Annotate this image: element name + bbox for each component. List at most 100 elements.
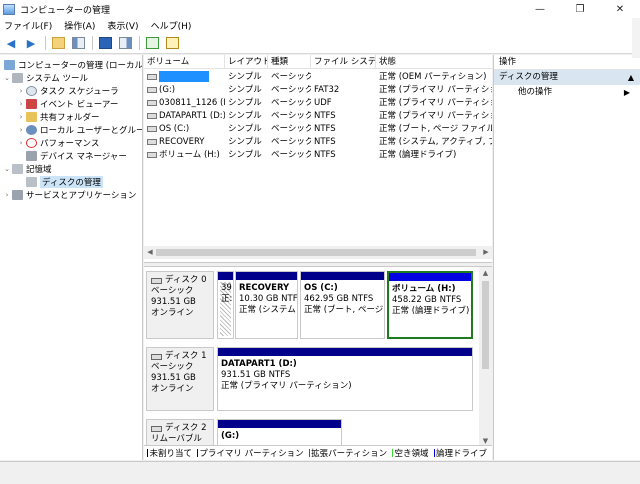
volume-cell-text: OS (C:): [159, 124, 190, 134]
column-header-status[interactable]: 状態: [376, 55, 492, 69]
help-button[interactable]: [97, 35, 113, 51]
toolbar-separator: [139, 36, 140, 50]
status-bar: [0, 461, 640, 484]
show-hide-tree-button[interactable]: [70, 35, 86, 51]
column-header-volume[interactable]: ボリューム: [144, 55, 225, 69]
partition-name: RECOVERY: [239, 283, 290, 293]
volume-cell-layout: シンプル: [225, 97, 268, 110]
volume-cell-status: 正常 (ブート, ページ ファイル, クラ: [376, 123, 492, 136]
volume-list-horizontal-scrollbar[interactable]: ◀ ▶: [144, 246, 492, 259]
menu-help[interactable]: ヘルプ(H): [151, 19, 192, 32]
scroll-up-icon[interactable]: ▲: [479, 267, 492, 279]
tree-item-storage[interactable]: ⌄ 記憶域: [3, 162, 52, 175]
restore-button[interactable]: ❐: [560, 0, 600, 18]
volume-cell-fs: NTFS: [311, 123, 376, 136]
tree-item-disk-management[interactable]: ディスクの管理: [25, 175, 103, 188]
volume-cell-text: ベーシック: [271, 98, 311, 108]
volume-cell-text: 正常 (プライマリ パーティション): [379, 111, 492, 121]
partition-line2: 正:: [221, 294, 233, 304]
partition-text: DATAPART1 (D:) 931.51 GB NTFS 正常 (プライマリ パー…: [221, 359, 352, 392]
collapse-arrow-icon[interactable]: ▲: [628, 70, 634, 85]
column-header-layout[interactable]: レイアウト: [225, 55, 268, 69]
partition-type-bar: [389, 273, 471, 281]
menu-view[interactable]: 表示(V): [107, 19, 138, 32]
tree-item-task-scheduler[interactable]: › タスク スケジューラ: [17, 84, 119, 97]
volume-row[interactable]: OS (C:) シンプルベーシックNTFS 正常 (ブート, ページ ファイル, ク…: [144, 123, 492, 136]
volume-row[interactable]: ボリューム (H:) シンプル ベーシック NTFS 正常 (論理ドライブ): [144, 149, 492, 162]
back-button[interactable]: ◀: [3, 35, 19, 51]
volume-cell-text: ベーシック: [271, 137, 311, 147]
partition-line1: 458.22 GB NTFS: [392, 295, 462, 305]
expand-icon[interactable]: ›: [17, 126, 25, 134]
partition-block[interactable]: (G:): [217, 419, 342, 447]
volume-row[interactable]: シンプル ベーシック 正常 (OEM パーティション): [144, 71, 492, 84]
volume-row[interactable]: 030811_1126 (E:)シンプルベーシックUDF 正常 (プライマリ パー…: [144, 97, 492, 110]
scroll-left-icon[interactable]: ◀: [144, 246, 156, 259]
disk-settings-button[interactable]: [164, 35, 180, 51]
other-actions-item[interactable]: 他の操作 ▶: [494, 85, 640, 100]
minimize-button[interactable]: —: [520, 0, 560, 18]
tree-item-services-apps[interactable]: › サービスとアプリケーション: [3, 188, 136, 201]
partition-block[interactable]: OS (C:)462.95 GB NTFS正常 (ブート, ページ フ: [300, 271, 385, 339]
tree-item-shared-folders[interactable]: › 共有フォルダー: [17, 110, 100, 123]
partition-name: DATAPART1 (D:): [221, 359, 297, 369]
volume-cell-volume: RECOVERY: [144, 136, 225, 149]
actions-section-disk-management[interactable]: ディスクの管理 ▲: [494, 70, 640, 85]
scrollbar-thumb[interactable]: [482, 281, 489, 369]
tree-item-event-viewer[interactable]: › イベント ビューアー: [17, 97, 118, 110]
collapse-icon[interactable]: ⌄: [3, 74, 11, 82]
actions-pane: 操作 ディスクの管理 ▲ 他の操作 ▶: [493, 55, 640, 460]
volume-cell-status: 正常 (プライマリ パーティション): [376, 110, 492, 123]
volume-cell-text: 正常 (プライマリ パーティション): [379, 85, 492, 95]
expand-icon[interactable]: ›: [17, 100, 25, 108]
volume-list-header: ボリューム レイアウト 種類 ファイル システム 状態: [144, 55, 492, 69]
volume-cell-text: ベーシック: [271, 85, 311, 95]
tree-item-root[interactable]: コンピューターの管理 (ローカル): [3, 58, 142, 71]
device-manager-icon: [26, 150, 37, 161]
volume-cell-text: シンプル: [228, 111, 262, 121]
disk-label[interactable]: ディスク 0 ベーシック 931.51 GB オンライン: [146, 271, 214, 339]
volume-row[interactable]: DATAPART1 (D:) シンプル ベーシック NTFS 正常 (プライマリ パーテ…: [144, 110, 492, 123]
volume-icon: [147, 138, 157, 145]
volume-row[interactable]: RECOVERY シンプルベーシックNTFS 正常 (システム, アクティブ, プラ…: [144, 136, 492, 149]
column-header-type[interactable]: 種類: [268, 55, 311, 69]
disk-drive-icon: [151, 425, 162, 432]
scrollbar-thumb[interactable]: [156, 249, 476, 256]
partition-block[interactable]: ボリューム (H:) 458.22 GB NTFS 正常 (論理ドライブ): [387, 271, 473, 339]
scroll-right-icon[interactable]: ▶: [480, 246, 492, 259]
volume-cell-status: 正常 (論理ドライブ): [376, 149, 492, 162]
expand-icon[interactable]: ›: [17, 139, 25, 147]
arrow-left-icon: ◀: [6, 36, 16, 50]
other-actions-label: 他の操作: [518, 87, 553, 97]
tree-item-local-users[interactable]: › ローカル ユーザーとグループ: [17, 123, 142, 136]
partition-block[interactable]: 39 正:: [217, 271, 234, 339]
column-header-filesystem[interactable]: ファイル システム: [311, 55, 376, 69]
forward-button[interactable]: ▶: [23, 35, 39, 51]
volume-cell-text: シンプル: [228, 124, 262, 134]
shared-folder-icon: [26, 111, 37, 122]
menu-file[interactable]: ファイル(F): [4, 19, 52, 32]
partition-block[interactable]: DATAPART1 (D:) 931.51 GB NTFS 正常 (プライマリ パー…: [217, 347, 473, 411]
tree-item-device-manager[interactable]: デバイス マネージャー: [25, 149, 127, 162]
close-button[interactable]: ✕: [600, 0, 640, 18]
disk-label[interactable]: ディスク 2 リムーバブル: [146, 419, 214, 447]
partition-block[interactable]: RECOVERY 10.30 GB NTF 正常 (システム: [235, 271, 298, 339]
legend-label: 未割り当て: [149, 449, 192, 459]
volume-row[interactable]: (G:) シンプルベーシックFAT32 正常 (プライマリ パーティション): [144, 84, 492, 97]
disk-map-vertical-scrollbar[interactable]: ▲ ▼: [479, 267, 492, 447]
tree-item-system-tools[interactable]: ⌄ システム ツール: [3, 71, 88, 84]
up-folder-button[interactable]: [50, 35, 66, 51]
refresh-button[interactable]: [144, 35, 160, 51]
menu-action[interactable]: 操作(A): [64, 19, 95, 32]
volume-cell-layout: シンプル: [225, 110, 268, 123]
expand-icon[interactable]: ›: [17, 87, 25, 95]
disk-label[interactable]: ディスク 1 ベーシック 931.51 GB オンライン: [146, 347, 214, 411]
volume-cell-text: FAT32: [314, 85, 340, 95]
partition-text: (G:): [221, 431, 239, 442]
tree-item-performance[interactable]: › パフォーマンス: [17, 136, 99, 149]
collapse-icon[interactable]: ⌄: [3, 165, 11, 173]
expand-icon[interactable]: ›: [17, 113, 25, 121]
disk-management-icon: [26, 176, 37, 187]
expand-icon[interactable]: ›: [3, 191, 11, 199]
properties-button[interactable]: [117, 35, 133, 51]
